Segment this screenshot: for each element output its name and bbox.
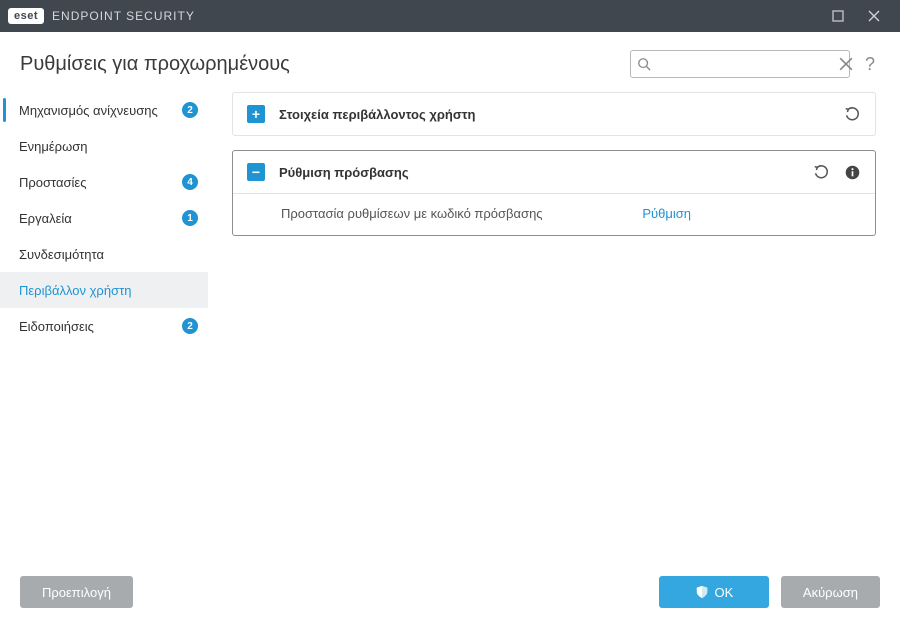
titlebar: eset ENDPOINT SECURITY [0, 0, 900, 32]
panel-ui-elements: + Στοιχεία περιβάλλοντος χρήστη [232, 92, 876, 136]
sidebar-item-label: Ενημέρωση [19, 139, 198, 154]
sidebar-badge: 2 [182, 102, 198, 118]
sidebar-item-user-interface[interactable]: Περιβάλλον χρήστη [0, 272, 208, 308]
sidebar-item-label: Προστασίες [19, 175, 182, 190]
info-icon [844, 164, 861, 181]
sidebar-item-detection-engine[interactable]: Μηχανισμός ανίχνευσης 2 [0, 92, 208, 128]
sidebar-item-protections[interactable]: Προστασίες 4 [0, 164, 208, 200]
sidebar-badge: 4 [182, 174, 198, 190]
revert-button[interactable] [844, 106, 861, 123]
brand-logo: eset [8, 8, 44, 24]
panel-header-ui-elements[interactable]: + Στοιχεία περιβάλλοντος χρήστη [233, 93, 875, 135]
collapse-icon: − [247, 163, 265, 181]
revert-button[interactable] [813, 164, 830, 181]
clear-search-icon[interactable] [839, 57, 853, 71]
product-name: ENDPOINT SECURITY [52, 9, 195, 23]
window-close-button[interactable] [856, 0, 892, 32]
sidebar-item-connectivity[interactable]: Συνδεσιμότητα [0, 236, 208, 272]
help-button[interactable]: ? [860, 54, 880, 75]
default-button[interactable]: Προεπιλογή [20, 576, 133, 608]
footer: Προεπιλογή OK Ακύρωση [0, 564, 900, 620]
sidebar-item-update[interactable]: Ενημέρωση [0, 128, 208, 164]
maximize-icon [832, 10, 844, 22]
panel-access-setup: − Ρύθμιση πρόσβασης Προστασία ρυθμίσεων … [232, 150, 876, 236]
search-icon [637, 57, 651, 71]
window-maximize-button[interactable] [820, 0, 856, 32]
shield-icon [695, 585, 709, 599]
close-icon [868, 10, 880, 22]
sidebar-item-notifications[interactable]: Ειδοποιήσεις 2 [0, 308, 208, 344]
panel-header-access-setup[interactable]: − Ρύθμιση πρόσβασης [233, 151, 875, 193]
sidebar-item-label: Ειδοποιήσεις [19, 319, 182, 334]
sidebar-item-tools[interactable]: Εργαλεία 1 [0, 200, 208, 236]
setting-action-configure[interactable]: Ρύθμιση [642, 206, 691, 221]
ok-button-label: OK [715, 585, 734, 600]
panel-title: Στοιχεία περιβάλλοντος χρήστη [279, 107, 844, 122]
cancel-button[interactable]: Ακύρωση [781, 576, 880, 608]
sidebar: Μηχανισμός ανίχνευσης 2 Ενημέρωση Προστα… [0, 88, 216, 564]
search-input[interactable] [651, 57, 839, 72]
expand-icon: + [247, 105, 265, 123]
ok-button[interactable]: OK [659, 576, 769, 608]
info-button[interactable] [844, 164, 861, 181]
header: Ρυθμίσεις για προχωρημένους ? [0, 32, 900, 88]
page-title: Ρυθμίσεις για προχωρημένους [20, 53, 290, 76]
sidebar-item-label: Περιβάλλον χρήστη [19, 283, 198, 298]
undo-icon [813, 164, 830, 181]
search-box[interactable] [630, 50, 850, 78]
sidebar-badge: 1 [182, 210, 198, 226]
sidebar-item-label: Συνδεσιμότητα [19, 247, 198, 262]
sidebar-item-label: Μηχανισμός ανίχνευσης [19, 103, 182, 118]
undo-icon [844, 106, 861, 123]
sidebar-item-label: Εργαλεία [19, 211, 182, 226]
content: + Στοιχεία περιβάλλοντος χρήστη − Ρύθμισ… [216, 88, 900, 564]
setting-label-password-protect: Προστασία ρυθμίσεων με κωδικό πρόσβασης [281, 206, 543, 221]
panel-title: Ρύθμιση πρόσβασης [279, 165, 813, 180]
panel-body-access-setup: Προστασία ρυθμίσεων με κωδικό πρόσβασης … [233, 193, 875, 235]
sidebar-badge: 2 [182, 318, 198, 334]
